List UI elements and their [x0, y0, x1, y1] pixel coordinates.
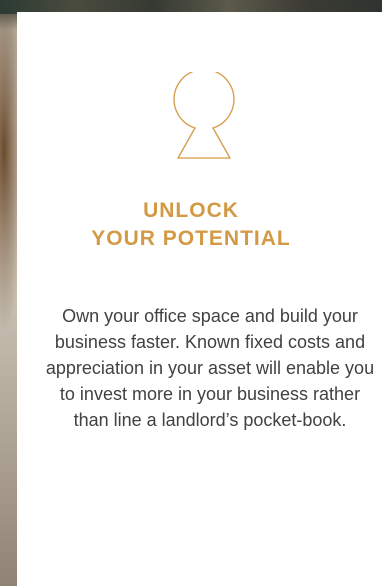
keyhole-icon	[173, 72, 235, 159]
headline-line-2: YOUR POTENTIAL	[91, 227, 291, 250]
headline-line-1: UNLOCK	[143, 199, 239, 222]
body-text: Own your office space and build your bus…	[45, 306, 375, 430]
headline: UNLOCK YOUR POTENTIAL	[0, 197, 382, 253]
